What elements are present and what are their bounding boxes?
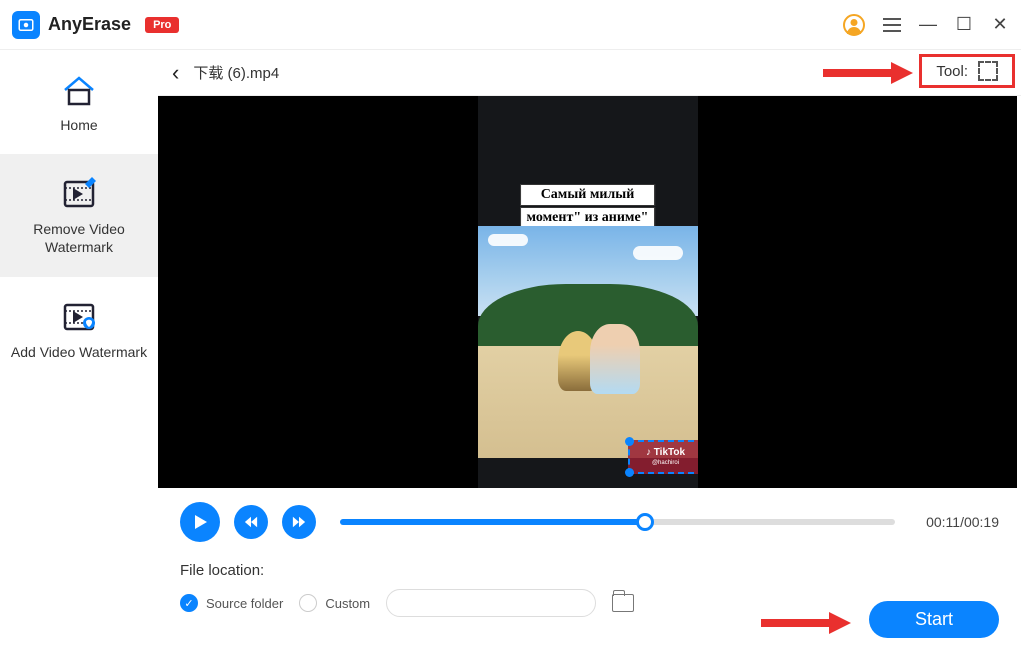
sidebar-item-add-watermark[interactable]: Add Video Watermark xyxy=(0,277,158,381)
custom-path-input[interactable] xyxy=(386,589,596,617)
app-logo-icon xyxy=(12,11,40,39)
maximize-button[interactable]: ☐ xyxy=(955,14,973,35)
timeline-slider[interactable] xyxy=(340,519,895,525)
selection-handle[interactable] xyxy=(625,437,634,446)
home-icon xyxy=(59,70,99,108)
add-watermark-icon xyxy=(59,297,99,335)
video-scene xyxy=(478,226,698,458)
radio-unchecked-icon xyxy=(299,594,317,612)
custom-folder-option[interactable]: Custom xyxy=(299,594,370,612)
selection-handle[interactable] xyxy=(625,468,634,477)
annotation-arrow-icon xyxy=(761,616,851,630)
video-caption: Самый милый момент" из аниме" xyxy=(520,184,656,230)
tool-selector-highlight: Tool: xyxy=(919,54,1015,88)
sidebar-item-home[interactable]: Home xyxy=(0,50,158,154)
browse-folder-icon[interactable] xyxy=(612,594,634,612)
start-button[interactable]: Start xyxy=(869,601,999,638)
tool-label: Tool: xyxy=(936,63,968,80)
annotation-arrow-icon xyxy=(823,66,913,80)
back-button[interactable]: ‹ xyxy=(158,60,193,86)
play-button[interactable] xyxy=(180,502,220,542)
crop-selection-icon[interactable] xyxy=(978,61,998,81)
sidebar-item-label: Remove Video Watermark xyxy=(10,220,148,256)
menu-icon[interactable] xyxy=(883,18,901,32)
file-location-label: File location: xyxy=(180,562,999,579)
video-preview[interactable]: Самый милый момент" из аниме" xyxy=(158,96,1017,488)
remove-watermark-icon xyxy=(59,174,99,212)
source-folder-option[interactable]: ✓ Source folder xyxy=(180,594,283,612)
sidebar-item-label: Home xyxy=(10,116,148,134)
time-display: 00:11/00:19 xyxy=(919,514,999,530)
watermark-selection[interactable]: ♪ TikTok @hachiroi xyxy=(628,440,698,474)
filename: 下载 (6).mp4 xyxy=(193,62,279,83)
radio-checked-icon: ✓ xyxy=(180,594,198,612)
forward-button[interactable] xyxy=(282,505,316,539)
sidebar-item-label: Add Video Watermark xyxy=(10,343,148,361)
rewind-button[interactable] xyxy=(234,505,268,539)
sidebar-item-remove-watermark[interactable]: Remove Video Watermark xyxy=(0,154,158,276)
sidebar: Home Remove Video Watermark Add Video Wa… xyxy=(0,50,158,660)
minimize-button[interactable]: — xyxy=(919,14,937,35)
tiktok-watermark: ♪ TikTok @hachiroi xyxy=(630,442,698,472)
user-account-icon[interactable] xyxy=(843,14,865,36)
app-name: AnyErase xyxy=(48,14,131,35)
pro-badge: Pro xyxy=(145,17,179,33)
timeline-handle[interactable] xyxy=(636,513,654,531)
close-button[interactable]: ✕ xyxy=(991,14,1009,35)
